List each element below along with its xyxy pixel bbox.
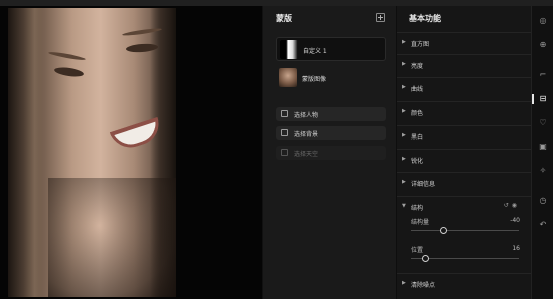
section-label: 结构 <box>411 205 424 212</box>
mask-item-label: 自定义 1 <box>303 48 327 55</box>
chevron-right-icon: ▶ <box>402 84 406 90</box>
sky-icon <box>281 149 288 156</box>
section-structure[interactable]: ▼ 结构 ↺◉ <box>397 196 532 216</box>
button-label: 选择人物 <box>294 112 319 119</box>
section-color[interactable]: ▶ 颜色 <box>397 101 532 121</box>
chevron-right-icon: ▶ <box>402 280 406 286</box>
select-person-button[interactable]: 选择人物 <box>276 107 386 121</box>
section-label: 详细信息 <box>411 181 436 188</box>
select-background-button[interactable]: 选择背景 <box>276 126 386 140</box>
slider-label: 位置 <box>411 247 424 254</box>
portrait-photo <box>8 8 176 297</box>
photo-hair-left <box>8 8 46 297</box>
mask-panel: 蒙版 自定义 1 蒙版图像 选择人物 选择背景 选择天空 <box>262 6 396 299</box>
adjustments-panel-title: 基本功能 <box>409 14 441 23</box>
adjust-icon[interactable]: ⊕ <box>538 40 548 50</box>
eye-icon[interactable]: ◉ <box>512 202 520 209</box>
slider-label: 结构量 <box>411 219 430 226</box>
mask-item-custom-1[interactable]: 自定义 1 <box>276 37 386 61</box>
photo-eye-left <box>53 65 85 79</box>
sliders-icon[interactable]: ⊟ <box>532 94 548 104</box>
slider-structure-amount[interactable]: 结构量 -40 <box>397 217 532 241</box>
star-icon[interactable]: ✧ <box>538 166 548 176</box>
chevron-right-icon: ▶ <box>402 61 406 67</box>
button-label: 选择背景 <box>294 131 319 138</box>
mask-icon[interactable]: ▣ <box>538 142 548 152</box>
chevron-down-icon: ▼ <box>402 203 406 209</box>
section-label: 黑白 <box>411 134 424 141</box>
heal-icon[interactable]: ♡ <box>538 118 548 128</box>
reset-icon[interactable]: ↺ <box>504 202 512 209</box>
chevron-right-icon: ▶ <box>402 179 406 185</box>
add-mask-icon[interactable] <box>376 13 385 22</box>
history-icon[interactable]: ◷ <box>538 196 548 206</box>
slider-value[interactable]: 16 <box>512 245 520 252</box>
section-actions: ↺◉ <box>504 202 520 209</box>
adjustments-panel: 基本功能 ▶ 直方图 ▶ 亮度 ▶ 曲线 ▶ 颜色 ▶ 黑白 ▶ 锐化 ▶ 详细… <box>396 6 532 299</box>
section-black-white[interactable]: ▶ 黑白 <box>397 125 532 145</box>
chevron-right-icon: ▶ <box>402 156 406 162</box>
section-details[interactable]: ▶ 详细信息 <box>397 172 532 192</box>
slider-track[interactable] <box>411 227 519 234</box>
section-label: 亮度 <box>411 63 424 70</box>
section-label: 曲线 <box>411 86 424 93</box>
photo-brow-left <box>47 50 87 62</box>
section-noise-removal[interactable]: ▶ 清除噪点 <box>397 273 532 293</box>
select-sky-button[interactable]: 选择天空 <box>276 146 386 160</box>
section-sharpen[interactable]: ▶ 锐化 <box>397 149 532 169</box>
crop-icon[interactable]: ⌐ <box>538 70 548 80</box>
mask-item-image[interactable]: 蒙版图像 <box>276 66 386 90</box>
slider-handle[interactable] <box>439 227 447 234</box>
button-label: 选择天空 <box>294 151 319 158</box>
slider-position[interactable]: 位置 16 <box>397 245 532 269</box>
slider-track[interactable] <box>411 255 519 262</box>
section-label: 清除噪点 <box>411 282 436 289</box>
mask-panel-title: 蒙版 <box>276 14 292 23</box>
right-toolbar: ◎ ⊕ ⌐ ⊟ ♡ ▣ ✧ ◷ ↶ <box>531 6 553 299</box>
section-label: 锐化 <box>411 158 424 165</box>
background-icon <box>281 129 288 136</box>
slider-value[interactable]: -40 <box>510 217 520 224</box>
slider-handle[interactable] <box>421 255 429 262</box>
undo-icon[interactable]: ↶ <box>538 220 548 230</box>
chevron-right-icon: ▶ <box>402 108 406 114</box>
section-label: 直方图 <box>411 41 430 48</box>
mask-item-label: 蒙版图像 <box>302 76 327 83</box>
section-label: 颜色 <box>411 110 424 117</box>
image-canvas[interactable] <box>0 6 262 299</box>
chevron-right-icon: ▶ <box>402 132 406 138</box>
section-curves[interactable]: ▶ 曲线 <box>397 77 532 97</box>
mask-thumbnail <box>279 68 297 87</box>
mask-thumbnail <box>280 40 298 59</box>
person-icon <box>281 110 288 117</box>
palette-icon[interactable]: ◎ <box>538 16 548 26</box>
section-brightness[interactable]: ▶ 亮度 <box>397 54 532 74</box>
section-histogram[interactable]: ▶ 直方图 <box>397 32 532 52</box>
photo-shadow <box>48 178 176 297</box>
chevron-right-icon: ▶ <box>402 39 406 45</box>
